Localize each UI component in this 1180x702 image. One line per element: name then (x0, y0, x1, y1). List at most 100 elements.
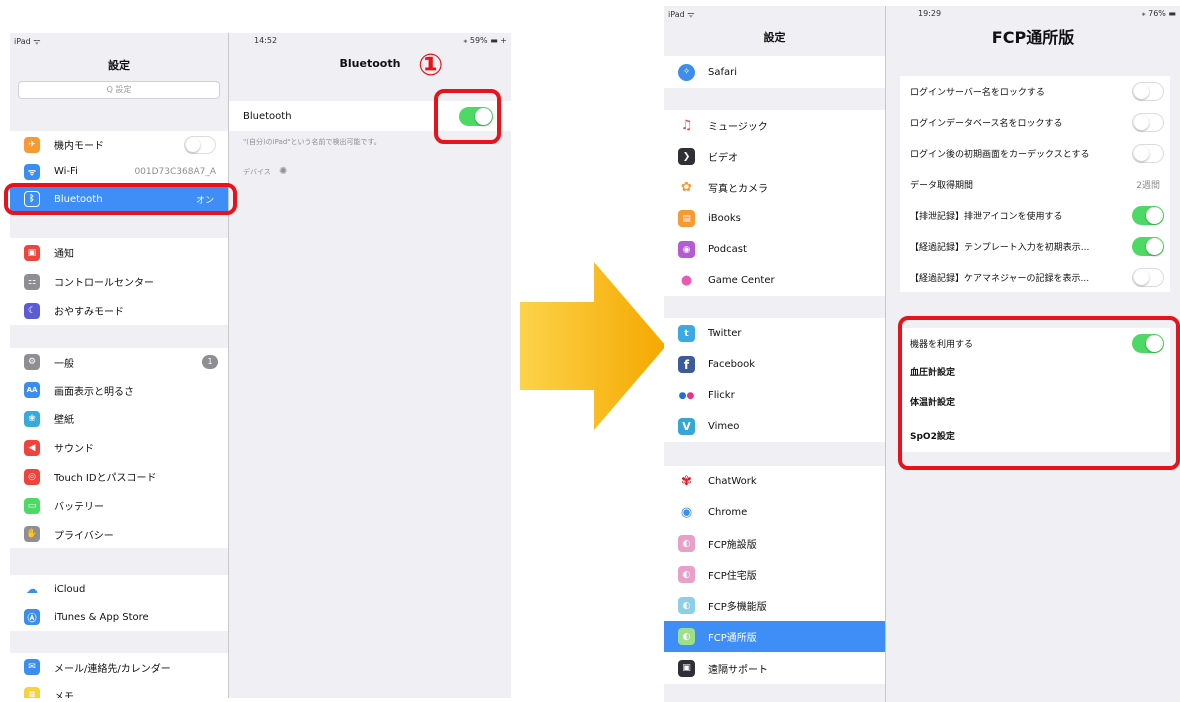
sidebar-item-remote-support[interactable]: ▣ 遠隔サポート (664, 652, 885, 684)
right-arrow-icon (520, 262, 666, 430)
sidebar-item-fcp-facility[interactable]: ◐ FCP施設版 (664, 528, 885, 559)
sidebar-item-facebook[interactable]: f Facebook (664, 349, 885, 380)
sidebar-item-general[interactable]: ⚙ 一般 1 (10, 348, 228, 376)
general-group: ⚙ 一般 1 AA 画面表示と明るさ ❀ 壁紙 ◀ サウンド ◎ Touch I… (10, 348, 228, 548)
setting-template-input: 【経過記録】テンプレート入力を初期表示... (900, 231, 1170, 262)
wallpaper-icon: ❀ (24, 410, 40, 427)
fcp-home-icon: ◐ (678, 566, 695, 583)
lock-database-toggle[interactable] (1132, 113, 1164, 132)
step-number-annotation: ① (418, 48, 444, 83)
annotation-box-bluetooth-menu (4, 183, 237, 215)
sidebar-item-photos[interactable]: ✿ 写真とカメラ (664, 172, 885, 203)
sidebar-item-privacy[interactable]: ✋ プライバシー (10, 520, 228, 548)
mail-icon: ✉ (24, 659, 40, 675)
master-pane: 設定 Q 設定 ✈ 機内モード ᯤ Wi-Fi 001D73C368A7_A ᛒ… (10, 33, 228, 698)
care-manager-toggle[interactable] (1132, 268, 1164, 287)
sidebar-item-flickr[interactable]: ● ● Flickr (664, 380, 885, 411)
sidebar-item-fcp-daycare[interactable]: ◐ FCP通所版 (664, 621, 885, 652)
sidebar-item-game-center[interactable]: ● Game Center (664, 265, 885, 296)
sidebar-item-wifi[interactable]: ᯤ Wi-Fi 001D73C368A7_A (10, 158, 228, 185)
sidebar-item-fcp-multi[interactable]: ◐ FCP多機能版 (664, 590, 885, 621)
sidebar-item-videos[interactable]: ❯ ビデオ (664, 141, 885, 172)
flickr-icon: ● ● (678, 387, 695, 404)
sidebar-item-safari[interactable]: ✧ Safari (664, 56, 885, 88)
sidebar-item-wallpaper[interactable]: ❀ 壁紙 (10, 404, 228, 433)
setting-data-period[interactable]: データ取得期間 2週間 (900, 169, 1170, 200)
safari-group: ✧ Safari (664, 56, 885, 88)
sidebar-item-icloud[interactable]: ☁ iCloud (10, 575, 228, 603)
control-center-icon: ⚏ (24, 273, 40, 290)
sidebar-item-sounds[interactable]: ◀ サウンド (10, 433, 228, 462)
sidebar-item-vimeo[interactable]: V Vimeo (664, 411, 885, 442)
sidebar-item-notes[interactable]: ≡ メモ (10, 681, 228, 698)
update-badge: 1 (202, 355, 218, 369)
search-input[interactable]: Q 設定 (18, 81, 220, 99)
twitter-icon: t (678, 325, 695, 342)
airplane-icon: ✈ (24, 136, 40, 153)
chrome-icon: ◉ (678, 504, 695, 521)
annotation-box-device-settings (898, 316, 1180, 470)
sidebar-item-mail[interactable]: ✉ メール/連絡先/カレンダー (10, 653, 228, 681)
sidebar-item-display[interactable]: AA 画面表示と明るさ (10, 376, 228, 404)
safari-icon: ✧ (678, 63, 695, 81)
sidebar-item-twitter[interactable]: t Twitter (664, 318, 885, 349)
setting-care-manager: 【経過記録】ケアマネジャーの記録を表示... (900, 262, 1170, 292)
setting-excretion-icon: 【排泄記録】排泄アイコンを使用する (900, 200, 1170, 231)
sidebar-item-podcast[interactable]: ◉ Podcast (664, 234, 885, 265)
sidebar-item-music[interactable]: ♫ ミュージック (664, 110, 885, 141)
music-icon: ♫ (678, 117, 695, 134)
sidebar-item-chatwork[interactable]: ✾ ChatWork (664, 466, 885, 497)
display-icon: AA (24, 382, 40, 398)
data-period-value: 2週間 (1136, 181, 1160, 191)
page-title: 設定 (763, 31, 786, 44)
fingerprint-icon: ◎ (24, 468, 40, 485)
master-pane: 設定 ✧ Safari ♫ ミュージック ❯ ビデオ ✿ 写真とカメラ ▤ iB (664, 6, 885, 702)
sidebar-item-control-center[interactable]: ⚏ コントロールセンター (10, 267, 228, 296)
sidebar-item-itunes[interactable]: Ⓐ iTunes & App Store (10, 603, 228, 631)
game-center-icon: ● (678, 272, 695, 289)
hand-icon: ✋ (24, 526, 40, 542)
wifi-icon: ᯤ (24, 163, 40, 180)
fcp-multi-icon: ◐ (678, 597, 695, 614)
template-input-toggle[interactable] (1132, 237, 1164, 256)
sidebar-item-chrome[interactable]: ◉ Chrome (664, 497, 885, 528)
social-group: t Twitter f Facebook ● ● Flickr V Vimeo (664, 318, 885, 442)
battery-icon: ▭ (24, 497, 40, 514)
sidebar-item-do-not-disturb[interactable]: ☾ おやすみモード (10, 296, 228, 325)
initial-cardex-toggle[interactable] (1132, 144, 1164, 163)
airplane-toggle[interactable] (184, 136, 216, 154)
moon-icon: ☾ (24, 302, 40, 319)
devices-header: デバイス ✺ (243, 166, 288, 177)
fcp-facility-icon: ◐ (678, 535, 695, 552)
sidebar-item-ibooks[interactable]: ▤ iBooks (664, 203, 885, 234)
media-group: ♫ ミュージック ❯ ビデオ ✿ 写真とカメラ ▤ iBooks ◉ Podca… (664, 110, 885, 296)
accounts-group: ☁ iCloud Ⓐ iTunes & App Store (10, 575, 228, 631)
chatwork-icon: ✾ (678, 473, 695, 490)
gear-icon: ⚙ (24, 354, 40, 370)
notes-icon: ≡ (24, 687, 40, 698)
setting-initial-cardex: ログイン後の初期画面をカーデックスとする (900, 138, 1170, 169)
facebook-icon: f (678, 356, 695, 373)
sidebar-item-touch-id[interactable]: ◎ Touch IDとパスコード (10, 462, 228, 491)
vimeo-icon: V (678, 418, 695, 435)
sidebar-item-battery[interactable]: ▭ バッテリー (10, 491, 228, 520)
speaker-icon: ◀ (24, 439, 40, 456)
setting-lock-database: ログインデータベース名をロックする (900, 107, 1170, 138)
app-store-icon: Ⓐ (24, 609, 40, 625)
third-party-apps-group: ✾ ChatWork ◉ Chrome ◐ FCP施設版 ◐ FCP住宅版 ◐ … (664, 466, 885, 684)
lock-server-toggle[interactable] (1132, 82, 1164, 101)
detail-title: Bluetooth (339, 57, 401, 70)
notifications-group: ▣ 通知 ⚏ コントロールセンター ☾ おやすみモード (10, 238, 228, 325)
setting-lock-server: ログインサーバー名をロックする (900, 76, 1170, 107)
sidebar-item-fcp-home[interactable]: ◐ FCP住宅版 (664, 559, 885, 590)
sidebar-item-notifications[interactable]: ▣ 通知 (10, 238, 228, 267)
video-icon: ❯ (678, 148, 695, 165)
annotation-box-bluetooth-toggle (434, 89, 501, 144)
sidebar-item-airplane[interactable]: ✈ 機内モード (10, 131, 228, 158)
mail-group: ✉ メール/連絡先/カレンダー ≡ メモ (10, 653, 228, 698)
excretion-icon-toggle[interactable] (1132, 206, 1164, 225)
wifi-network-value: 001D73C368A7_A (134, 166, 216, 177)
loading-spinner-icon: ✺ (279, 166, 288, 177)
page-title: 設定 (108, 59, 130, 72)
discoverable-note: "(自分)のiPad"という名前で検出可能です。 (243, 138, 381, 146)
